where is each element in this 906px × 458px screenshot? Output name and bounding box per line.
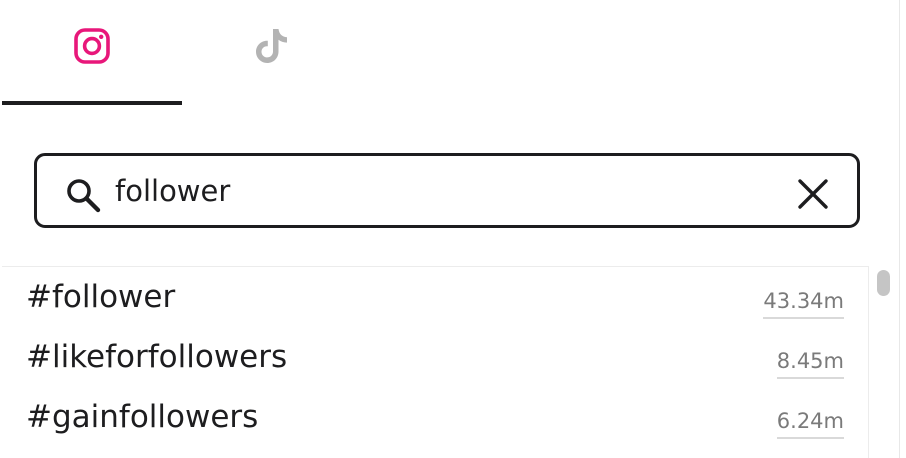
hashtag-count: 43.34m <box>763 289 844 319</box>
hashtag-count: 8.45m <box>776 349 844 379</box>
search-icon <box>67 179 101 213</box>
list-item[interactable]: #follower 43.34m <box>2 267 868 325</box>
hashtag-label: #likeforfollowers <box>26 339 288 375</box>
search-input[interactable] <box>115 170 765 212</box>
hashtag-label: #gainfollowers <box>26 399 259 435</box>
clear-search-button[interactable] <box>795 176 831 212</box>
tiktok-icon <box>256 29 287 63</box>
close-icon <box>798 179 828 209</box>
active-tab-underline <box>2 101 182 105</box>
platform-tabs <box>2 0 362 106</box>
list-item[interactable]: #likeforfollowers 8.45m <box>2 327 868 385</box>
tab-instagram[interactable] <box>2 0 182 106</box>
instagram-icon <box>74 28 110 64</box>
scrollbar-thumb[interactable] <box>877 270 890 296</box>
hashtag-label: #follower <box>26 279 176 315</box>
hashtag-search-panel: #follower 43.34m #likeforfollowers 8.45m… <box>0 0 906 458</box>
tab-tiktok[interactable] <box>182 0 362 106</box>
hashtag-count: 6.24m <box>776 409 844 439</box>
list-item[interactable]: #gainfollowers 6.24m <box>2 387 868 445</box>
results-scrollbar[interactable] <box>868 266 899 458</box>
search-box <box>34 153 860 228</box>
hashtag-results-list: #follower 43.34m #likeforfollowers 8.45m… <box>2 266 868 458</box>
panel-divider <box>899 0 900 458</box>
